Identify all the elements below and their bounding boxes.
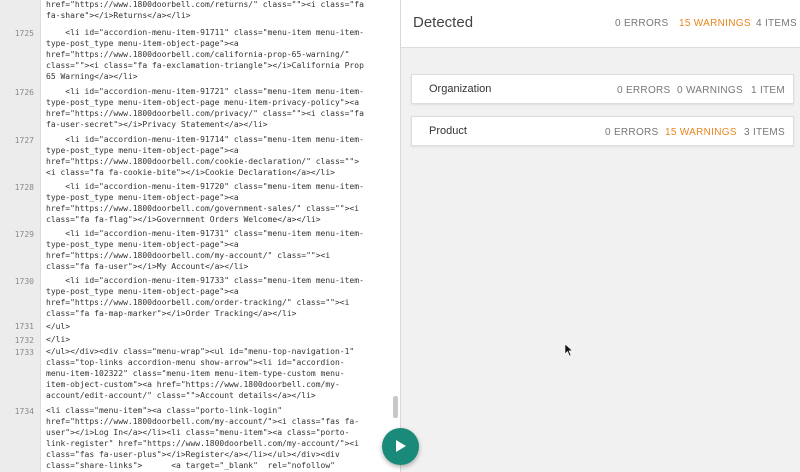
code-line: fa-share"></i>Returns</a></li>: [46, 11, 191, 20]
card-items: 3 ITEMS: [744, 127, 785, 138]
code-line: type-post_type menu-item-object-page"><a: [46, 193, 239, 202]
code-line: </li>: [46, 335, 71, 344]
code-line: user"></i>Log In</a></li><li class="menu…: [46, 428, 350, 437]
code-line: menu-item-102322" class="menu-item menu-…: [46, 369, 345, 378]
code-line: type-post_type menu-item-object-page"><a: [46, 39, 239, 48]
mouse-cursor-icon: [565, 344, 573, 356]
code-line: type-post_type menu-item-object-page"><a: [46, 146, 239, 155]
code-line: type-post_type menu-item-object-page men…: [46, 98, 360, 107]
editor-scrollbar[interactable]: [393, 396, 398, 418]
line-number: 1730: [14, 277, 34, 286]
code-line: href="https://www.1800doorbell.com/cooki…: [46, 157, 360, 166]
play-icon: [396, 440, 406, 452]
code-line: href="https://www.1800doorbell.com/priva…: [46, 109, 364, 118]
detected-header: Detected 0 ERRORS 15 WARNINGS 4 ITEMS: [401, 0, 800, 48]
code-line: <li class="menu-item"><a class="porto-li…: [46, 406, 283, 415]
code-line: <li id="accordion-menu-item-91711" class…: [46, 28, 364, 37]
code-line: <li id="accordion-menu-item-91714" class…: [46, 135, 364, 144]
line-number: 1733: [14, 348, 34, 357]
code-line: class="share-links"> <a target="_blank" …: [46, 461, 335, 470]
code-line: href="https://www.1800doorbell.com/calif…: [46, 50, 350, 59]
code-line: fa-user-secret"></i>Privacy Statement</a…: [46, 120, 268, 129]
code-line: item-object-custom"><a href="https://www…: [46, 380, 340, 389]
card-items: 1 ITEM: [751, 85, 786, 96]
line-number: 1727: [14, 136, 34, 145]
code-line: <li id="accordion-menu-item-91720" class…: [46, 182, 364, 191]
card-warnings: 15 WARNINGS: [665, 127, 737, 138]
total-items-count: 4 ITEMS: [756, 18, 797, 29]
line-number: 1725: [14, 29, 34, 38]
code-line: class="fas fa-user-plus"></i>Register</a…: [46, 450, 340, 459]
result-card-product[interactable]: Product 0 ERRORS 15 WARNINGS 3 ITEMS: [411, 116, 794, 146]
code-line: class="top-links accordion-menu show-arr…: [46, 358, 345, 367]
code-line: href="https://www.1800doorbell.com/my-ac…: [46, 417, 360, 426]
code-line: </ul></div><div class="menu-wrap"><ul id…: [46, 347, 355, 356]
code-line: href="https://www.1800doorbell.com/gover…: [46, 204, 360, 213]
code-line: </ul>: [46, 322, 71, 331]
card-title: Organization: [429, 83, 492, 95]
line-number-gutter: 1725 1726 1727 1728 1729 1730 1731 1732 …: [0, 0, 41, 472]
results-panel: Detected 0 ERRORS 15 WARNINGS 4 ITEMS Or…: [401, 0, 800, 472]
code-line: type-post_type menu-item-object-page"><a: [46, 240, 239, 249]
detected-title: Detected: [413, 14, 474, 31]
code-line: account/edit-account/" class="">Account …: [46, 391, 316, 400]
line-number: 1732: [14, 336, 34, 345]
code-line: <li id="accordion-menu-item-91733" class…: [46, 276, 364, 285]
card-errors: 0 ERRORS: [617, 85, 671, 96]
code-editor[interactable]: 1725 1726 1727 1728 1729 1730 1731 1732 …: [0, 0, 400, 472]
run-test-button[interactable]: [382, 428, 419, 465]
code-line: link-register" href="https://www.1800doo…: [46, 439, 360, 448]
code-line: <i class="fa fa-cookie-bite"></i>Cookie …: [46, 168, 335, 177]
code-line: <li id="accordion-menu-item-91721" class…: [46, 87, 364, 96]
line-number: 1731: [14, 322, 34, 331]
card-title: Product: [429, 125, 467, 137]
code-line: href="https://www.1800doorbell.com/retur…: [46, 0, 364, 9]
code-line: class="fa fa-map-marker"></i>Order Track…: [46, 309, 297, 318]
code-line: 65 Warning</a></li>: [46, 72, 138, 81]
card-warnings: 0 WARNINGS: [677, 85, 743, 96]
code-line: type-post_type menu-item-object-page"><a: [46, 287, 239, 296]
card-errors: 0 ERRORS: [605, 127, 659, 138]
line-number: 1729: [14, 230, 34, 239]
code-line: href="https://www.1800doorbell.com/my-ac…: [46, 251, 331, 260]
result-card-organization[interactable]: Organization 0 ERRORS 0 WARNINGS 1 ITEM: [411, 74, 794, 104]
code-line: href="https://www.1800doorbell.com/order…: [46, 298, 350, 307]
code-line: class="fa fa-user"></i>My Account</a></l…: [46, 262, 249, 271]
code-line: class=""><i class="fa fa-exclamation-tri…: [46, 61, 364, 70]
line-number: 1734: [14, 407, 34, 416]
total-errors-count: 0 ERRORS: [615, 18, 669, 29]
line-number: 1726: [14, 88, 34, 97]
total-warnings-count: 15 WARNINGS: [679, 18, 751, 29]
code-line: class="fa fa-flag"></i>Government Orders…: [46, 215, 321, 224]
line-number: 1728: [14, 183, 34, 192]
code-line: <li id="accordion-menu-item-91731" class…: [46, 229, 364, 238]
